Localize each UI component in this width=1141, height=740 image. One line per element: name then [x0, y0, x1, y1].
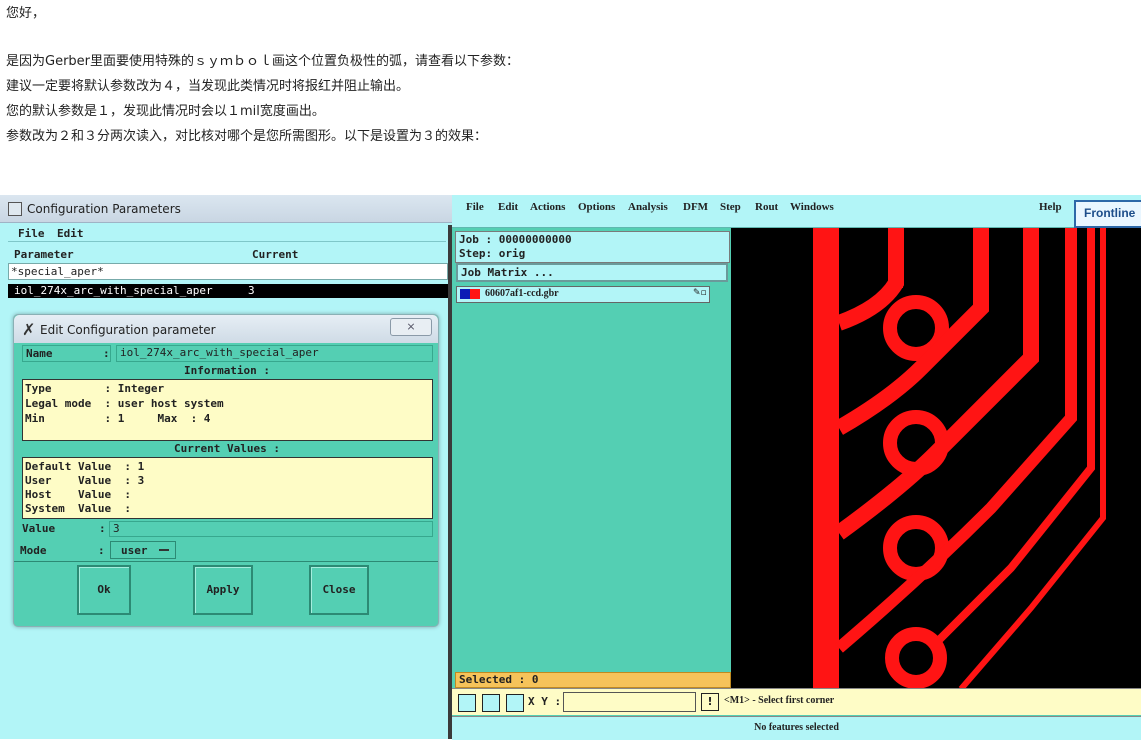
frontline-logo-text: Frontline: [1084, 206, 1136, 220]
mode-value: user: [121, 544, 148, 557]
value-label: Value: [22, 522, 56, 535]
app-x-icon: ✗: [22, 320, 36, 339]
info-min-max: Min : 1 Max : 4: [25, 412, 211, 425]
status-bar: No features selected: [452, 716, 1141, 740]
col-current: Current: [252, 248, 299, 261]
value-separator: :: [99, 522, 106, 535]
intro-line-4: 您的默认参数是１，发现此情况时会以１mil宽度画出。: [6, 104, 325, 119]
user-value: User Value : 3: [25, 474, 145, 487]
close-button[interactable]: Close: [309, 565, 369, 615]
fl-menu-windows[interactable]: Windows: [790, 201, 834, 213]
info-type: Type : Integer: [25, 382, 165, 395]
edit-dialog-title: Edit Configuration parameter: [40, 323, 216, 337]
zoom-area-icon[interactable]: [458, 694, 476, 712]
fl-menu-step[interactable]: Step: [720, 201, 741, 213]
step-label: Step: orig: [459, 247, 526, 260]
default-value: Default Value : 1: [25, 460, 145, 473]
job-matrix-label: Job Matrix ...: [461, 266, 554, 279]
host-value: Host Value :: [25, 488, 131, 501]
close-icon: ⨯: [406, 320, 416, 333]
dropdown-icon: [159, 549, 169, 551]
mode-dropdown[interactable]: user: [110, 541, 176, 559]
apply-button[interactable]: Apply: [193, 565, 253, 615]
frontline-menubar: File Edit Actions Options Analysis DFM S…: [452, 195, 1141, 228]
ok-button[interactable]: Ok: [77, 565, 131, 615]
parameter-row[interactable]: iol_274x_arc_with_special_aper 3: [8, 284, 452, 298]
info-legal-mode: Legal mode : user host system: [25, 397, 224, 410]
layer-color-icon: [460, 289, 470, 299]
fl-menu-edit[interactable]: Edit: [498, 201, 518, 213]
name-label-box: Name :: [22, 345, 111, 362]
fl-menu-dfm[interactable]: DFM: [683, 201, 708, 213]
bottom-toolbar: X Y : ! <M1> - Select first corner: [452, 688, 1141, 715]
status-message: No features selected: [754, 722, 839, 733]
xy-label: X Y :: [528, 695, 562, 708]
job-label: Job : 00000000000: [459, 233, 572, 246]
value-input[interactable]: 3: [109, 521, 433, 537]
filter-value: *special_aper*: [11, 265, 104, 278]
trace-pad2: [835, 228, 989, 435]
intro-line-3: 建议一定要将默认参数改为４，当发现此类情况时将报红并阻止输出。: [6, 79, 410, 94]
config-window-titlebar[interactable]: Configuration Parameters: [0, 195, 452, 223]
edit-config-dialog: ✗ Edit Configuration parameter ⨯ Name : …: [13, 314, 439, 627]
menu-edit[interactable]: Edit: [57, 227, 84, 240]
fl-menu-file[interactable]: File: [466, 201, 484, 213]
fl-menu-rout[interactable]: Rout: [755, 201, 778, 213]
edit-dialog-titlebar[interactable]: ✗ Edit Configuration parameter ⨯: [14, 315, 438, 343]
fl-menu-help[interactable]: Help: [1039, 201, 1062, 213]
name-separator: :: [103, 347, 110, 360]
intro-line-1: 您好，: [6, 6, 46, 21]
fl-menu-options[interactable]: Options: [578, 201, 615, 213]
xy-input[interactable]: [563, 692, 696, 712]
pad-ring-4: [885, 627, 947, 689]
trace-top-segment: [889, 228, 903, 288]
fl-menu-analysis[interactable]: Analysis: [628, 201, 668, 213]
intro-line-5: 参数改为２和３分两次读入，对比核对哪个是您所需图形。以下是设置为３的效果：: [6, 129, 488, 144]
col-parameter: Parameter: [14, 248, 74, 261]
measure-icon[interactable]: [482, 694, 500, 712]
system-value: System Value :: [25, 502, 131, 515]
layer-row[interactable]: 60607af1-ccd.gbr ✎▫: [456, 286, 710, 303]
parameter-row-name: iol_274x_arc_with_special_aper: [14, 284, 213, 297]
config-menubar: File Edit: [8, 225, 446, 242]
window-icon: [8, 202, 22, 216]
trace-pad1: [836, 228, 904, 331]
grid-icon[interactable]: [506, 694, 524, 712]
menu-file[interactable]: File: [18, 227, 45, 240]
dialog-close-button[interactable]: ⨯: [390, 318, 432, 336]
pcb-traces-drawing: [813, 228, 1106, 691]
parameter-row-value: 3: [248, 284, 255, 297]
value-input-text: 3: [113, 522, 120, 535]
hint-text: <M1> - Select first corner: [724, 695, 835, 706]
job-matrix-button[interactable]: Job Matrix ...: [456, 263, 728, 282]
frontline-window: File Edit Actions Options Analysis DFM S…: [452, 195, 1141, 740]
name-field[interactable]: iol_274x_arc_with_special_aper: [116, 345, 433, 362]
mode-label: Mode: [20, 544, 47, 557]
current-values-box: Default Value : 1 User Value : 3 Host Va…: [22, 457, 433, 519]
information-box: Type : Integer Legal mode : user host sy…: [22, 379, 433, 441]
information-header: Information :: [183, 364, 271, 377]
graphics-canvas[interactable]: [731, 228, 1141, 691]
job-info-box: Job : 00000000000 Step: orig: [455, 231, 730, 263]
current-values-header: Current Values :: [174, 442, 280, 455]
column-headers: Parameter Current: [8, 246, 446, 262]
selected-count: Selected : 0: [455, 672, 731, 688]
frontline-logo: Frontline: [1074, 200, 1141, 228]
alert-icon[interactable]: !: [701, 693, 719, 711]
layer-pin-icon[interactable]: ✎▫: [693, 288, 707, 298]
fl-menu-actions[interactable]: Actions: [530, 201, 565, 213]
selected-label: Selected : 0: [459, 673, 539, 686]
button-divider: [14, 561, 438, 562]
name-value: iol_274x_arc_with_special_aper: [120, 346, 319, 359]
config-window-title: Configuration Parameters: [27, 202, 181, 216]
intro-line-2: 是因为Gerber里面要使用特殊的ｓｙｍｂｏｌ画这个位置负极性的弧，请查看以下参…: [6, 54, 520, 69]
filter-input[interactable]: *special_aper*: [8, 263, 448, 280]
layer-red-icon: [470, 289, 480, 299]
mode-separator: :: [98, 544, 105, 557]
layer-name: 60607af1-ccd.gbr: [485, 288, 559, 299]
name-label: Name: [26, 347, 53, 360]
